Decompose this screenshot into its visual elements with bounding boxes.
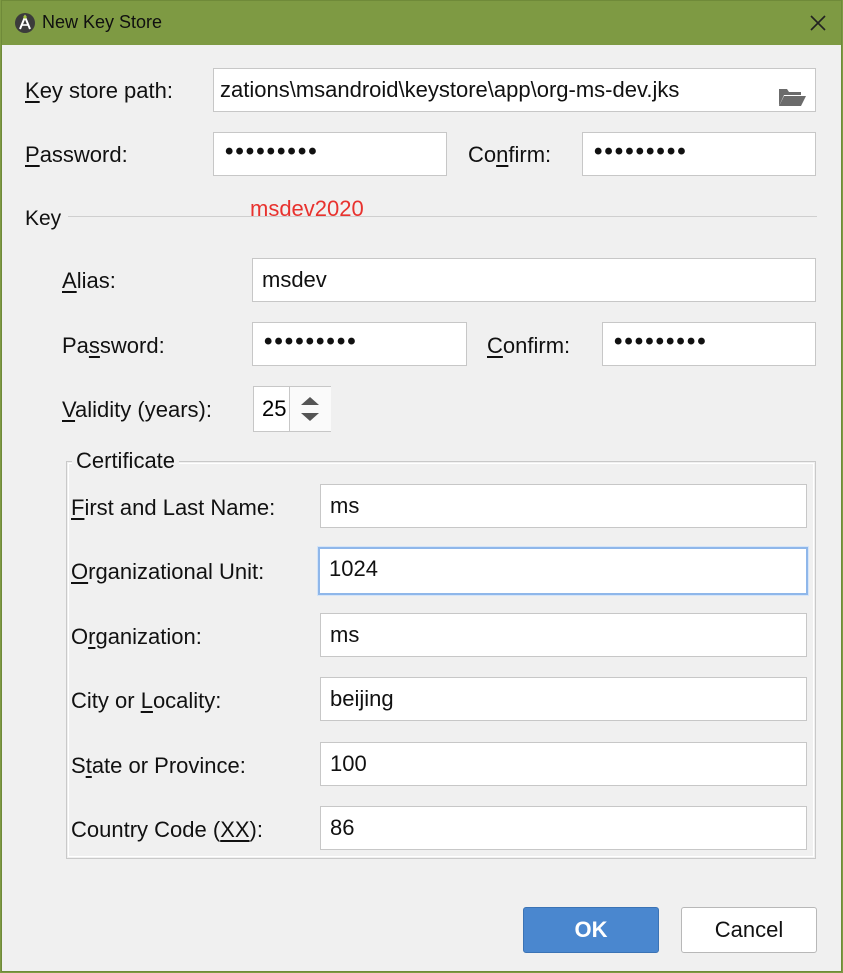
key-section-divider bbox=[68, 216, 817, 217]
key-store-path-label: Key store path: bbox=[25, 78, 173, 103]
keystore-confirm-label: Confirm: bbox=[468, 142, 552, 167]
keystore-password-label: Password: bbox=[25, 142, 128, 167]
folder-open-icon[interactable] bbox=[777, 80, 807, 111]
key-store-path-input[interactable]: zations\msandroid\keystore\app\org-ms-de… bbox=[213, 68, 816, 112]
title-bar[interactable]: New Key Store bbox=[2, 1, 841, 45]
key-password-input[interactable]: ••••••••• bbox=[252, 322, 467, 366]
city-locality-input[interactable]: beijing bbox=[320, 677, 807, 721]
first-last-name-label: First and Last Name: bbox=[71, 495, 276, 520]
key-password-label: Password: bbox=[62, 333, 165, 358]
first-last-name-input[interactable]: ms bbox=[320, 484, 807, 528]
close-button[interactable] bbox=[795, 1, 841, 45]
spinner-down-icon[interactable] bbox=[300, 412, 320, 422]
cancel-button[interactable]: Cancel bbox=[681, 907, 817, 953]
android-studio-icon bbox=[14, 12, 36, 34]
annotation-text: msdev2020 bbox=[250, 196, 364, 221]
keystore-confirm-input[interactable]: ••••••••• bbox=[582, 132, 816, 176]
key-store-path-value: zations\msandroid\keystore\app\org-ms-de… bbox=[220, 77, 680, 102]
certificate-title: Certificate bbox=[72, 448, 180, 474]
organization-label: Organization: bbox=[71, 624, 202, 649]
key-section-label: Key bbox=[25, 207, 62, 230]
state-province-input[interactable]: 100 bbox=[320, 742, 807, 786]
city-locality-label: City or Locality: bbox=[71, 688, 222, 713]
organization-input[interactable]: ms bbox=[320, 613, 807, 657]
country-code-label: Country Code (XX): bbox=[71, 817, 263, 842]
new-key-store-dialog: New Key Store Key store path: zations\ms… bbox=[1, 0, 842, 972]
spinner-up-icon[interactable] bbox=[300, 396, 320, 406]
alias-input[interactable]: msdev bbox=[252, 258, 816, 302]
alias-label: Alias: bbox=[62, 268, 116, 293]
key-confirm-label: Confirm: bbox=[487, 333, 571, 358]
validity-value[interactable]: 25 bbox=[262, 387, 290, 431]
window-title: New Key Store bbox=[42, 12, 163, 32]
close-icon bbox=[810, 15, 826, 31]
organizational-unit-input[interactable]: 1024 bbox=[318, 547, 808, 595]
state-province-label: State or Province: bbox=[71, 753, 246, 778]
organizational-unit-label: Organizational Unit: bbox=[71, 559, 265, 584]
validity-spinner[interactable]: 25 bbox=[253, 386, 331, 432]
ok-button[interactable]: OK bbox=[523, 907, 659, 953]
key-confirm-input[interactable]: ••••••••• bbox=[602, 322, 816, 366]
keystore-password-input[interactable]: ••••••••• bbox=[213, 132, 447, 176]
validity-spinner-buttons bbox=[289, 387, 331, 431]
country-code-input[interactable]: 86 bbox=[320, 806, 807, 850]
validity-label: Validity (years): bbox=[62, 397, 212, 422]
